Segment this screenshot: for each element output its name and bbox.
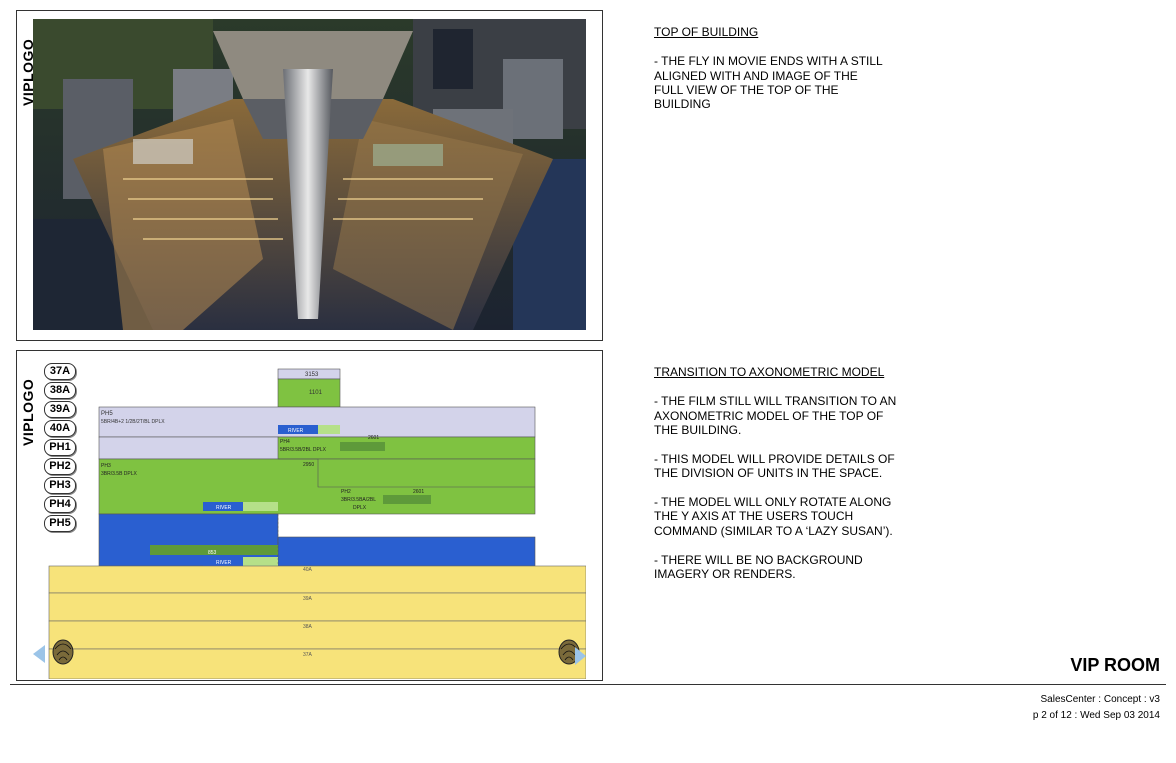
unit-2950-label: 2950 [303, 462, 314, 468]
unit-ph3 [98, 458, 536, 515]
unit-ph5-desc: 5BR/4B+2 1/2B/2T/BL DPLX [101, 419, 165, 425]
floor-38a-label: 38A [303, 624, 313, 630]
floor-button-39a[interactable]: 39A [44, 401, 76, 418]
unit-2601b-label: 2601 [413, 489, 424, 495]
notes-top: TOP OF BUILDING - THE FLY IN MOVIE ENDS … [654, 11, 884, 126]
floor-37a [48, 648, 586, 679]
aerial-render-panel: VIPLOGO [16, 10, 603, 341]
river-label-1: RIVER [288, 428, 304, 434]
floor-37a-label: 37A [303, 652, 313, 658]
notes-top-body: - THE FLY IN MOVIE ENDS WITH A STILL ALI… [654, 54, 883, 112]
unit-853-label: 853 [208, 550, 217, 556]
floor-40a [48, 565, 586, 594]
floor-40a-label: 40A [303, 567, 313, 573]
unit-ph2-desc2: DPLX [353, 505, 367, 511]
floor-button-ph3[interactable]: PH3 [44, 477, 76, 494]
notes-bottom: TRANSITION TO AXONOMETRIC MODEL - THE FI… [654, 351, 904, 596]
axonometric-model-panel: VIPLOGO 3153 1101 PH5 5BR/4B+2 1/2B/2T/B… [16, 350, 603, 681]
floor-39a-label: 39A [303, 596, 313, 602]
unit-ph5-label: PH5 [101, 411, 113, 417]
aerial-building-photo [33, 19, 586, 330]
unit-ph2-label: PH2 [341, 489, 351, 495]
river-label-3: RIVER [216, 560, 232, 566]
floor-38a [48, 620, 586, 650]
floor-button-ph5[interactable]: PH5 [44, 515, 76, 532]
floor-button-ph2[interactable]: PH2 [44, 458, 76, 475]
floor-39a [48, 592, 586, 622]
unit-ph4-label: PH4 [280, 439, 290, 445]
unit-ph3-label: PH3 [101, 463, 111, 469]
footer-page-info: p 2 of 12 : Wed Sep 03 2014 [1032, 710, 1160, 721]
unit-ph2-desc: 3BR/3.5BA/2BL [341, 497, 376, 503]
river-label-2: RIVER [216, 505, 232, 511]
footer-divider [10, 684, 1166, 685]
footer-concept: SalesCenter : Concept : v3 [1040, 694, 1160, 705]
unit-ph4-desc: 5BR/3.5B/2BL DPLX [280, 447, 327, 453]
fingerprint-icon [52, 639, 74, 665]
floor-button-ph1[interactable]: PH1 [44, 439, 76, 456]
notes-bottom-heading: TRANSITION TO AXONOMETRIC MODEL [654, 365, 885, 380]
notes-top-heading: TOP OF BUILDING [654, 25, 759, 40]
axonometric-model[interactable]: 3153 1101 PH5 5BR/4B+2 1/2B/2T/BL DPLX R… [33, 359, 586, 679]
floor-button-40a[interactable]: 40A [44, 420, 76, 437]
unit-ph3-desc: 3BR/3.5B DPLX [101, 471, 138, 477]
page-title: VIP ROOM [1070, 655, 1160, 675]
floor-button-38a[interactable]: 38A [44, 382, 76, 399]
notes-bottom-body: - THE FILM STILL WILL TRANSITION TO AN A… [654, 394, 897, 582]
unit-1101-label: 1101 [309, 390, 323, 396]
unit-2601a-label: 2601 [368, 435, 379, 441]
unit-3153-label: 3153 [305, 372, 319, 378]
floor-button-37a[interactable]: 37A [44, 363, 76, 380]
floor-button-ph4[interactable]: PH4 [44, 496, 76, 513]
